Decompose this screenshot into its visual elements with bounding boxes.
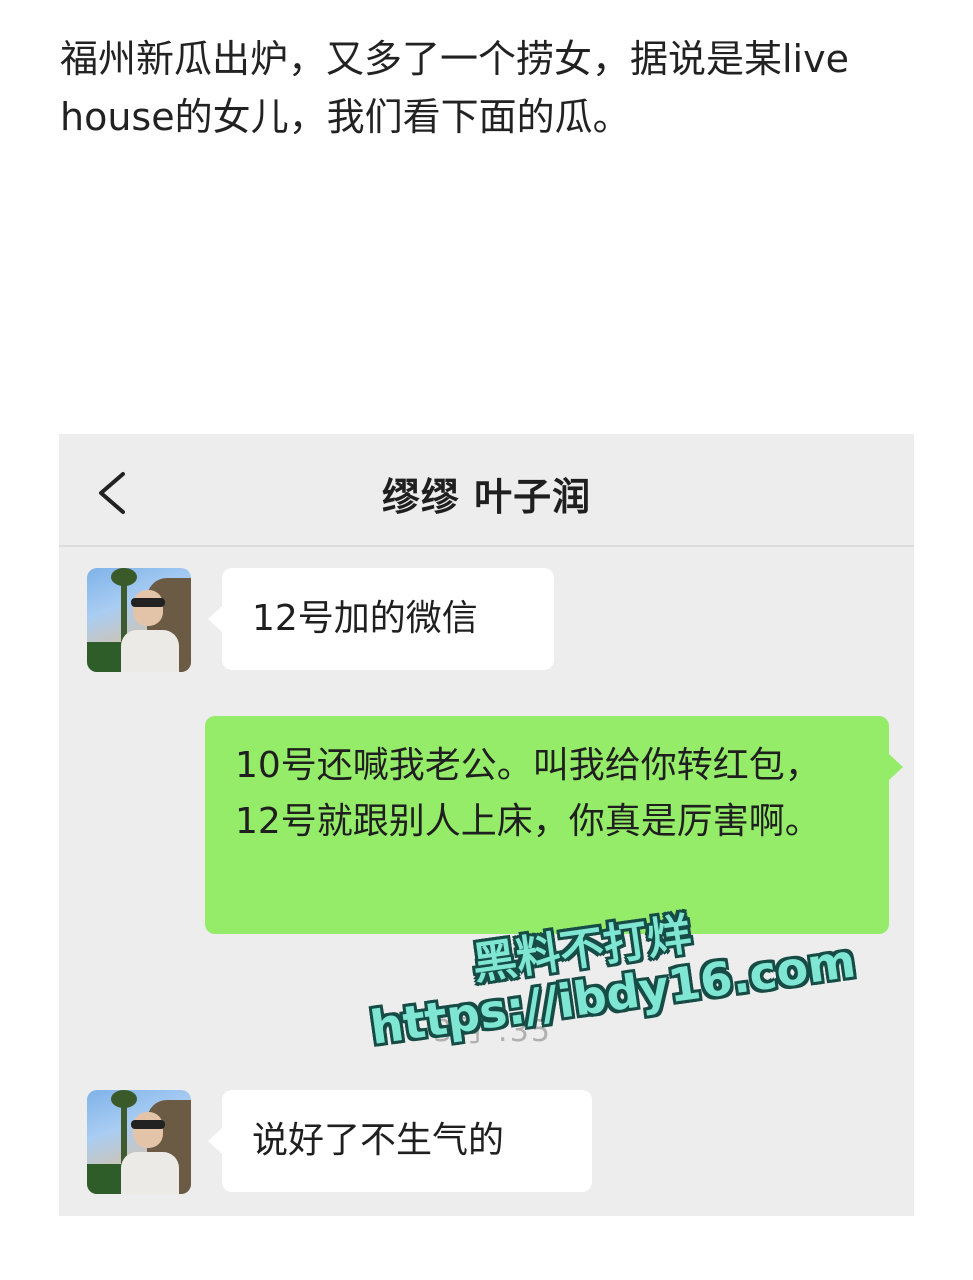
message-bubble-received[interactable]: 12号加的微信 (208, 568, 554, 670)
chat-title: 缪缪 叶子润 (381, 475, 592, 519)
chat-screenshot: 缪缪 叶子润 12号加的微信 10号还喊我老公。叫我给你转红包，12号就跟别人上… (59, 434, 914, 1216)
message-bubble-received[interactable]: 说好了不生气的 (208, 1090, 592, 1192)
contact-avatar[interactable] (87, 568, 191, 672)
contact-avatar[interactable] (87, 1090, 191, 1194)
chat-header: 缪缪 叶子润 (59, 434, 914, 547)
post-text: 福州新瓜出炉，又多了一个捞女，据说是某live house的女儿，我们看下面的瓜… (60, 37, 849, 139)
